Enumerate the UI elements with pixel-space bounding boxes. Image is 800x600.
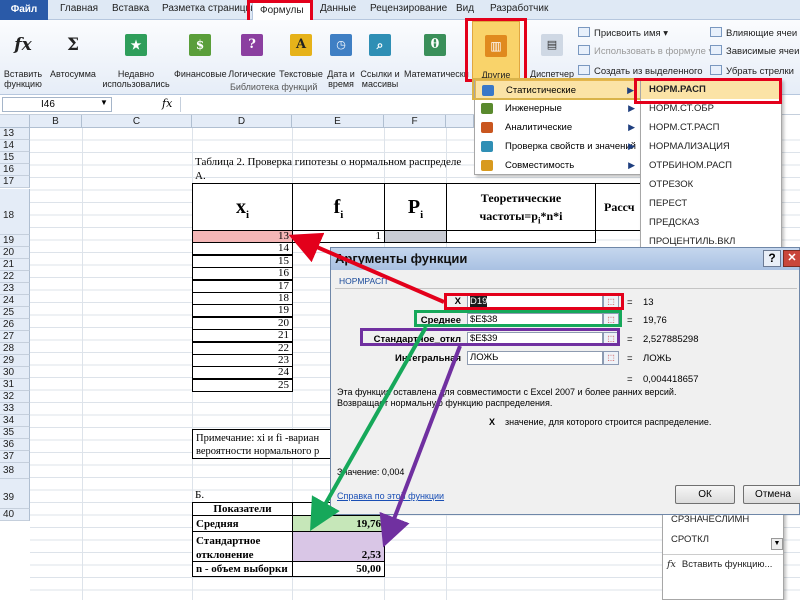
arrow-x-to-d19 [288, 232, 445, 304]
annotation-arrows [288, 232, 462, 548]
arrow-mean-to-e38 [310, 326, 428, 531]
excel-window: { "colors":{"accent_red":"#e3001b","acce… [0, 0, 800, 600]
